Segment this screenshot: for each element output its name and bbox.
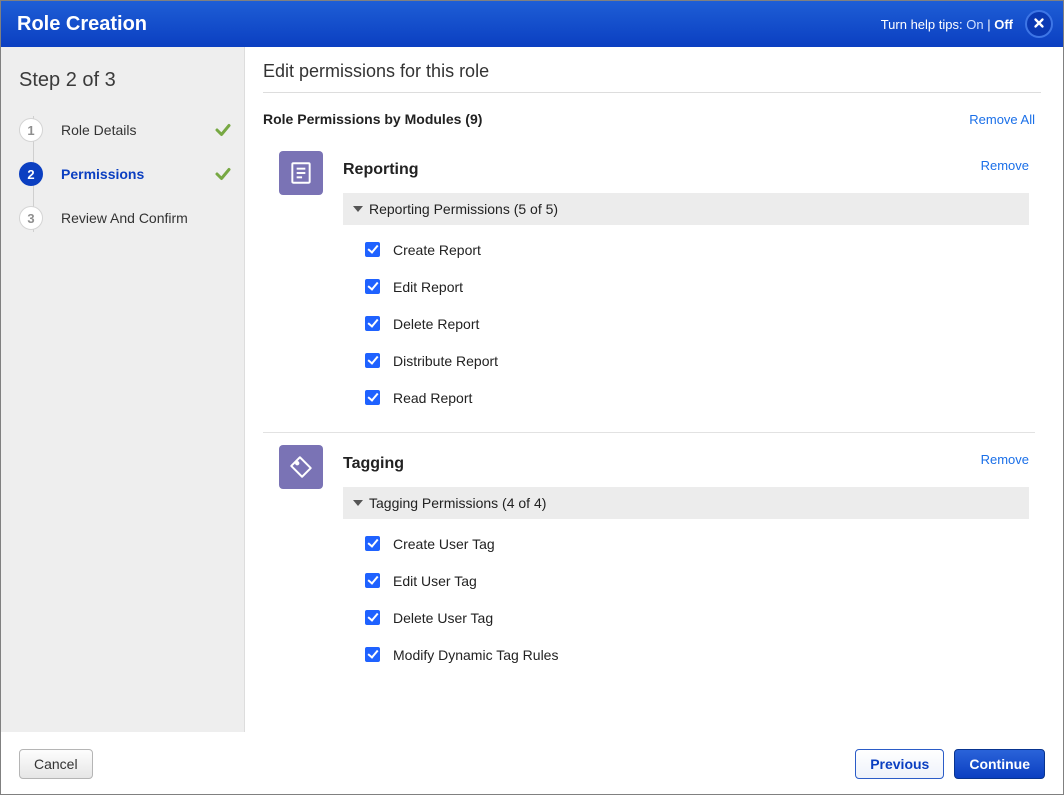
permission-row: Delete Report <box>361 305 1029 342</box>
help-tips-label: Turn help tips: <box>881 17 963 32</box>
remove-all-link[interactable]: Remove All <box>969 112 1035 127</box>
permission-label: Delete User Tag <box>393 610 493 626</box>
permission-group-heading[interactable]: Reporting Permissions (5 of 5) <box>343 193 1029 225</box>
permission-checkbox[interactable] <box>365 316 380 331</box>
permission-group-label: Reporting Permissions (5 of 5) <box>369 201 558 217</box>
permission-group: Tagging Permissions (4 of 4) Create User … <box>343 487 1029 673</box>
previous-button[interactable]: Previous <box>855 749 944 779</box>
permission-group: Reporting Permissions (5 of 5) Create Rep… <box>343 193 1029 416</box>
permission-checkbox[interactable] <box>365 390 380 405</box>
permission-row: Edit Report <box>361 268 1029 305</box>
continue-button[interactable]: Continue <box>954 749 1045 779</box>
permission-items: Create User Tag Edit User Tag Delete User … <box>343 519 1029 673</box>
permission-checkbox[interactable] <box>365 536 380 551</box>
permission-row: Read Report <box>361 379 1029 416</box>
permission-label: Read Report <box>393 390 472 406</box>
close-icon <box>1032 16 1046 33</box>
wizard-step[interactable]: 1 Role Details <box>19 108 232 152</box>
module-title: Tagging <box>343 445 404 473</box>
step-number: 3 <box>19 206 43 230</box>
step-label: Review And Confirm <box>61 210 232 226</box>
check-icon <box>214 121 232 139</box>
module-remove-link[interactable]: Remove <box>981 452 1029 467</box>
permission-row: Create User Tag <box>361 525 1029 562</box>
permission-checkbox[interactable] <box>365 279 380 294</box>
permission-checkbox[interactable] <box>365 647 380 662</box>
wizard-step[interactable]: 3 Review And Confirm <box>19 196 232 240</box>
report-icon <box>279 151 323 195</box>
modules-container: Reporting Remove Reporting Permissions (5 … <box>263 139 1041 732</box>
permission-module: Tagging Remove Tagging Permissions (4 of 4… <box>263 433 1035 689</box>
module-head: Tagging Remove Tagging Permissions (4 of 4… <box>263 445 1035 673</box>
permissions-header: Role Permissions by Modules (9) Remove A… <box>263 111 1041 127</box>
permission-row: Create Report <box>361 231 1029 268</box>
step-list: 1 Role Details 2 Permissions 3 Review And Con… <box>19 108 232 240</box>
permission-row: Delete User Tag <box>361 599 1029 636</box>
permission-checkbox[interactable] <box>365 610 380 625</box>
module-head: Reporting Remove Reporting Permissions (5 … <box>263 151 1035 416</box>
footer-bar: Cancel Previous Continue <box>1 732 1063 794</box>
header-bar: Role Creation Turn help tips: On | Off <box>1 1 1063 47</box>
main-title: Edit permissions for this role <box>263 61 1041 93</box>
permission-label: Edit User Tag <box>393 573 477 589</box>
permission-row: Distribute Report <box>361 342 1029 379</box>
permission-label: Create Report <box>393 242 481 258</box>
body: Step 2 of 3 1 Role Details 2 Permissions 3 Re… <box>1 47 1063 732</box>
help-tips-on[interactable]: On <box>966 17 983 32</box>
permission-label: Delete Report <box>393 316 479 332</box>
permission-label: Distribute Report <box>393 353 498 369</box>
permission-checkbox[interactable] <box>365 573 380 588</box>
check-icon <box>214 165 232 183</box>
footer-right: Previous Continue <box>855 749 1045 779</box>
wizard-step[interactable]: 2 Permissions <box>19 152 232 196</box>
help-tips-sep: | <box>987 17 990 32</box>
step-label: Role Details <box>61 122 196 138</box>
main-panel: Edit permissions for this role Role Perm… <box>245 47 1063 732</box>
module-title-row: Tagging Remove <box>343 445 1029 473</box>
module-title-row: Reporting Remove <box>343 151 1029 179</box>
module-title: Reporting <box>343 151 419 179</box>
cancel-button[interactable]: Cancel <box>19 749 93 779</box>
collapse-icon <box>353 500 363 506</box>
close-button[interactable] <box>1025 10 1053 38</box>
help-tips-toggle: Turn help tips: On | Off <box>881 17 1013 32</box>
header-right: Turn help tips: On | Off <box>881 10 1053 38</box>
permission-module: Reporting Remove Reporting Permissions (5 … <box>263 139 1035 433</box>
module-main: Tagging Remove Tagging Permissions (4 of 4… <box>343 445 1029 673</box>
permission-checkbox[interactable] <box>365 353 380 368</box>
permission-group-heading[interactable]: Tagging Permissions (4 of 4) <box>343 487 1029 519</box>
wizard-sidebar: Step 2 of 3 1 Role Details 2 Permissions 3 Re… <box>1 47 245 732</box>
step-label: Permissions <box>61 166 196 182</box>
permission-group-label: Tagging Permissions (4 of 4) <box>369 495 546 511</box>
permission-row: Modify Dynamic Tag Rules <box>361 636 1029 673</box>
module-main: Reporting Remove Reporting Permissions (5 … <box>343 151 1029 416</box>
permission-row: Edit User Tag <box>361 562 1029 599</box>
module-remove-link[interactable]: Remove <box>981 158 1029 173</box>
step-heading: Step 2 of 3 <box>19 69 232 92</box>
permission-items: Create Report Edit Report Delete Report Dis… <box>343 225 1029 416</box>
step-number: 1 <box>19 118 43 142</box>
permission-label: Edit Report <box>393 279 463 295</box>
tag-icon <box>279 445 323 489</box>
help-tips-off[interactable]: Off <box>994 17 1013 32</box>
permission-label: Create User Tag <box>393 536 495 552</box>
step-number: 2 <box>19 162 43 186</box>
permissions-count-label: Role Permissions by Modules (9) <box>263 111 482 127</box>
permission-checkbox[interactable] <box>365 242 380 257</box>
collapse-icon <box>353 206 363 212</box>
dialog-title: Role Creation <box>17 13 147 36</box>
dialog-frame: Role Creation Turn help tips: On | Off S… <box>0 0 1064 795</box>
permission-label: Modify Dynamic Tag Rules <box>393 647 558 663</box>
